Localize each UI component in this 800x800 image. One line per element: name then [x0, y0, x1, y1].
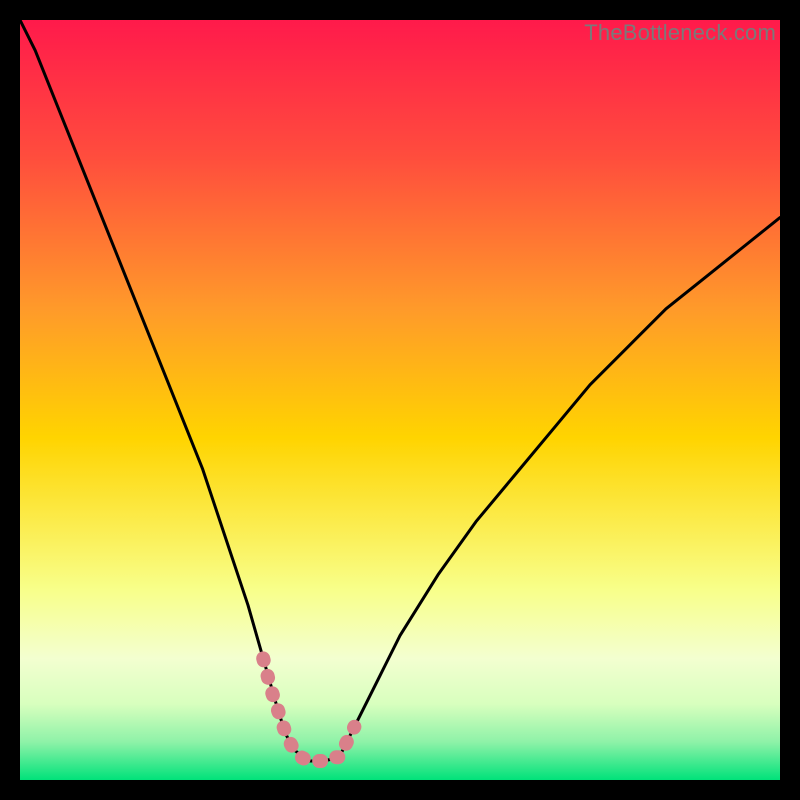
chart-frame: TheBottleneck.com — [20, 20, 780, 780]
chart-svg — [20, 20, 780, 780]
watermark-text: TheBottleneck.com — [584, 20, 776, 46]
gradient-background — [20, 20, 780, 780]
